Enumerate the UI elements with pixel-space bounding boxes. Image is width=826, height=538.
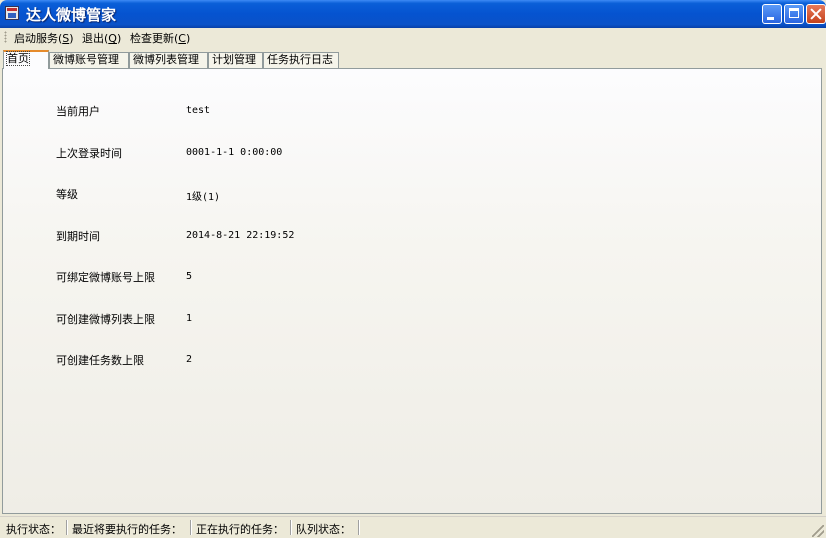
menu-start-service[interactable]: 启动服务(S) — [14, 30, 74, 46]
home-panel: 当前用户 test 上次登录时间 0001-1-1 0:00:00 等级 1级(… — [2, 68, 822, 514]
status-exec-state: 执行状态： — [6, 523, 61, 536]
value-list-limit: 1 — [186, 313, 193, 324]
label-last-login: 上次登录时间 — [56, 147, 122, 160]
value-level: 1级(1) — [186, 192, 221, 203]
label-expiry: 到期时间 — [56, 230, 100, 243]
status-next-task: 最近将要执行的任务： — [72, 523, 182, 536]
window-title: 达人微博管家 — [26, 6, 117, 24]
tab-plans[interactable]: 计划管理 — [208, 52, 263, 68]
status-running-task: 正在执行的任务： — [196, 523, 284, 536]
status-separator — [190, 520, 191, 535]
menu-exit[interactable]: 退出(Q) — [82, 30, 121, 46]
label-current-user: 当前用户 — [56, 105, 100, 118]
label-level: 等级 — [56, 188, 78, 201]
label-list-limit: 可创建微博列表上限 — [56, 313, 155, 326]
status-separator — [66, 520, 67, 535]
value-last-login: 0001-1-1 0:00:00 — [186, 147, 283, 158]
tab-weibo-lists[interactable]: 微博列表管理 — [129, 52, 208, 68]
toolbar-grip[interactable] — [4, 31, 7, 43]
minimize-button[interactable] — [762, 4, 782, 24]
value-account-limit: 5 — [186, 271, 193, 282]
tab-weibo-accounts[interactable]: 微博账号管理 — [49, 52, 129, 68]
tab-home[interactable]: 首页 — [3, 50, 49, 69]
title-bar[interactable]: 达人微博管家 — [0, 0, 826, 28]
status-separator — [290, 520, 291, 535]
status-bar: 执行状态： 最近将要执行的任务： 正在执行的任务： 队列状态： — [0, 516, 826, 538]
status-queue-state: 队列状态： — [296, 523, 351, 536]
tab-task-log[interactable]: 任务执行日志 — [263, 52, 339, 68]
tab-strip: 首页 微博账号管理 微博列表管理 计划管理 任务执行日志 — [2, 50, 824, 69]
menu-bar: 启动服务(S) 退出(Q) 检查更新(C) — [0, 28, 826, 46]
resize-grip[interactable] — [812, 525, 824, 537]
status-separator — [358, 520, 359, 535]
label-account-limit: 可绑定微博账号上限 — [56, 271, 155, 284]
app-icon[interactable] — [5, 6, 19, 20]
maximize-button[interactable] — [784, 4, 804, 24]
value-task-limit: 2 — [186, 354, 193, 365]
app-window: 达人微博管家 启动服务(S) 退出(Q) 检查更新(C) 首页 微博账号管理 微… — [0, 0, 826, 538]
close-button[interactable] — [806, 4, 826, 24]
value-expiry: 2014-8-21 22:19:52 — [186, 230, 295, 241]
menu-check-update[interactable]: 检查更新(C) — [130, 30, 190, 46]
value-current-user: test — [186, 105, 211, 116]
label-task-limit: 可创建任务数上限 — [56, 354, 144, 367]
